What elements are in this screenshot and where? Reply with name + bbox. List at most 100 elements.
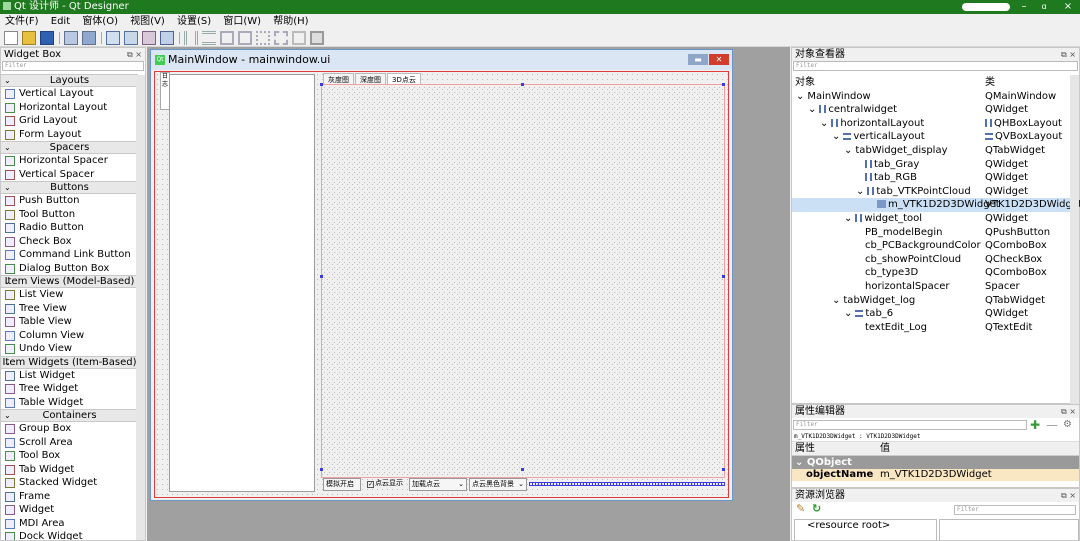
- widget-box-item[interactable]: Dock Widget: [1, 530, 138, 540]
- object-tree-row[interactable]: ⌄ centralwidget QWidget: [792, 103, 1079, 117]
- edit-signals-icon[interactable]: [124, 31, 138, 45]
- widget-box-item[interactable]: Column View: [1, 329, 138, 343]
- widget-category[interactable]: ⌄ Item Views (Model-Based): [1, 275, 138, 288]
- selection-handle[interactable]: [320, 83, 323, 86]
- object-tree-row[interactable]: ⌄ tabWidget_log QTabWidget: [792, 294, 1079, 308]
- selection-handle[interactable]: [722, 83, 725, 86]
- maximize-button[interactable]: ɑ: [1034, 0, 1054, 14]
- show-pointcloud-checkbox[interactable]: ✓ 点云显示: [365, 478, 405, 491]
- widget-box-item[interactable]: Dialog Button Box: [1, 262, 138, 276]
- widget-box-item[interactable]: Frame: [1, 490, 138, 504]
- widget-category[interactable]: ⌄ Item Widgets (Item-Based): [1, 355, 138, 369]
- widget-box-item[interactable]: Scroll Area: [1, 436, 138, 450]
- expand-arrow-icon[interactable]: ⌄: [808, 104, 816, 115]
- object-tree-row[interactable]: textEdit_Log QTextEdit: [792, 321, 1079, 335]
- object-tree-row[interactable]: ⌄ verticalLayout QVBoxLayout: [792, 130, 1079, 144]
- inspector-scrollbar[interactable]: [1070, 75, 1079, 404]
- widget-box-item[interactable]: Tree Widget: [1, 382, 138, 396]
- edit-tab-order-icon[interactable]: [160, 31, 174, 45]
- menu-help[interactable]: 帮助(H): [273, 16, 308, 27]
- edit-widgets-icon[interactable]: [106, 31, 120, 45]
- widget-box-filter[interactable]: Filter: [2, 61, 144, 71]
- widget-category[interactable]: ⌄ Spacers: [1, 141, 138, 154]
- expand-arrow-icon[interactable]: ⌄: [844, 308, 852, 319]
- bg-color-combo[interactable]: 点云黑色背景 ⌄: [469, 478, 527, 491]
- object-tree-row[interactable]: cb_showPointCloud QCheckBox: [792, 253, 1079, 267]
- object-tree-row[interactable]: tab_Gray QWidget: [792, 158, 1079, 172]
- property-filter[interactable]: Filter: [793, 420, 1027, 430]
- widget-box-item[interactable]: Tool Box: [1, 449, 138, 463]
- dock-controls-icon[interactable]: ⧉ ×: [127, 48, 142, 61]
- menu-file[interactable]: 文件(F): [5, 16, 39, 27]
- widget-box-item[interactable]: Table Widget: [1, 396, 138, 410]
- log-text-edit[interactable]: [169, 74, 315, 492]
- reload-icon[interactable]: ↻: [812, 502, 821, 515]
- selection-handle[interactable]: [320, 468, 323, 471]
- widget-box-item[interactable]: Form Layout: [1, 128, 138, 142]
- expand-arrow-icon[interactable]: ⌄: [844, 213, 852, 224]
- dock-controls-icon[interactable]: ⧉ ×: [1061, 489, 1076, 502]
- expand-arrow-icon[interactable]: ⌄: [856, 186, 864, 197]
- edit-resources-icon[interactable]: ✎: [796, 502, 805, 515]
- widget-box-item[interactable]: Horizontal Spacer: [1, 154, 138, 168]
- selection-handle[interactable]: [521, 468, 524, 471]
- expand-arrow-icon[interactable]: ⌄: [796, 91, 804, 102]
- object-tree-row[interactable]: ⌄ horizontalLayout QHBoxLayout: [792, 117, 1079, 131]
- expand-arrow-icon[interactable]: ⌄: [832, 131, 840, 142]
- widget-box-item[interactable]: Table View: [1, 315, 138, 329]
- dock-controls-icon[interactable]: ⧉ ×: [1061, 48, 1076, 61]
- property-row-objectname[interactable]: objectName m_VTK1D2D3DWidget: [792, 469, 1079, 481]
- break-layout-icon[interactable]: [292, 31, 306, 45]
- menu-window[interactable]: 窗口(W): [223, 16, 261, 27]
- dock-controls-icon[interactable]: ⧉ ×: [1061, 405, 1076, 418]
- menu-view[interactable]: 视图(V): [130, 16, 165, 27]
- form-close-button[interactable]: ✕: [709, 54, 729, 65]
- resource-filter[interactable]: Filter: [954, 505, 1076, 515]
- object-tree-row[interactable]: PB_modelBegin QPushButton: [792, 226, 1079, 240]
- add-property-icon[interactable]: ✚: [1030, 418, 1040, 432]
- widget-box-item[interactable]: Group Box: [1, 422, 138, 436]
- vtk-widget-area[interactable]: [321, 84, 725, 478]
- form-canvas[interactable]: 日志 灰度图 深度图 3D点云 模拟开启 ✓ 点云显示 加载点云 ⌄ 点云黑色背景 ⌄: [154, 71, 729, 498]
- selection-handle[interactable]: [320, 275, 323, 278]
- widget-box-item[interactable]: Widget: [1, 503, 138, 517]
- selection-handle[interactable]: [722, 275, 725, 278]
- send-to-back-icon[interactable]: [64, 31, 78, 45]
- new-file-icon[interactable]: [4, 31, 18, 45]
- widget-box-item[interactable]: MDI Area: [1, 517, 138, 531]
- widget-box-item[interactable]: Undo View: [1, 342, 138, 356]
- remove-property-icon[interactable]: —: [1046, 418, 1058, 432]
- widget-box-item[interactable]: Tree View: [1, 302, 138, 316]
- widget-box-item[interactable]: Radio Button: [1, 221, 138, 235]
- widget-box-item[interactable]: Vertical Layout: [1, 87, 138, 101]
- widget-category[interactable]: ⌄ Layouts: [1, 74, 138, 87]
- widget-box-item[interactable]: Horizontal Layout: [1, 101, 138, 115]
- object-tree-row[interactable]: ⌄ tabWidget_display QTabWidget: [792, 144, 1079, 158]
- object-tree-row[interactable]: ⌄ tab_VTKPointCloud QWidget: [792, 185, 1079, 199]
- object-tree-row[interactable]: cb_PCBackgroundColor QComboBox: [792, 239, 1079, 253]
- widget-box-item[interactable]: Tool Button: [1, 208, 138, 222]
- bring-to-front-icon[interactable]: [82, 31, 96, 45]
- expand-arrow-icon[interactable]: ⌄: [832, 295, 840, 306]
- object-inspector-filter[interactable]: Filter: [793, 61, 1078, 71]
- widget-category[interactable]: ⌄ Containers: [1, 409, 138, 422]
- widget-category[interactable]: ⌄ Buttons: [1, 181, 138, 194]
- widget-box-item[interactable]: Push Button: [1, 194, 138, 208]
- object-tree-row[interactable]: cb_type3D QComboBox: [792, 266, 1079, 280]
- object-tree-row[interactable]: m_VTK1D2D3DWidget VTK1D2D3DWidget: [792, 198, 1080, 212]
- object-tree-row[interactable]: ⌄ MainWindow QMainWindow: [792, 90, 1079, 104]
- layout-h-splitter-icon[interactable]: [220, 31, 234, 45]
- object-tree-row[interactable]: horizontalSpacer Spacer: [792, 280, 1079, 294]
- model-begin-button[interactable]: 模拟开启: [323, 478, 361, 491]
- widget-box-scrollbar[interactable]: [136, 75, 145, 540]
- form-minimize-button[interactable]: ▬: [688, 54, 708, 65]
- object-tree-row[interactable]: tab_RGB QWidget: [792, 171, 1079, 185]
- selection-handle[interactable]: [521, 83, 524, 86]
- widget-box-item[interactable]: Stacked Widget: [1, 476, 138, 490]
- resource-tree[interactable]: <resource root>: [794, 519, 937, 540]
- object-tree-row[interactable]: ⌄ widget_tool QWidget: [792, 212, 1079, 226]
- type3d-combo[interactable]: 加载点云 ⌄: [409, 478, 467, 491]
- widget-box-item[interactable]: Grid Layout: [1, 114, 138, 128]
- menu-form[interactable]: 窗体(O): [82, 16, 118, 27]
- expand-arrow-icon[interactable]: ⌄: [820, 118, 828, 129]
